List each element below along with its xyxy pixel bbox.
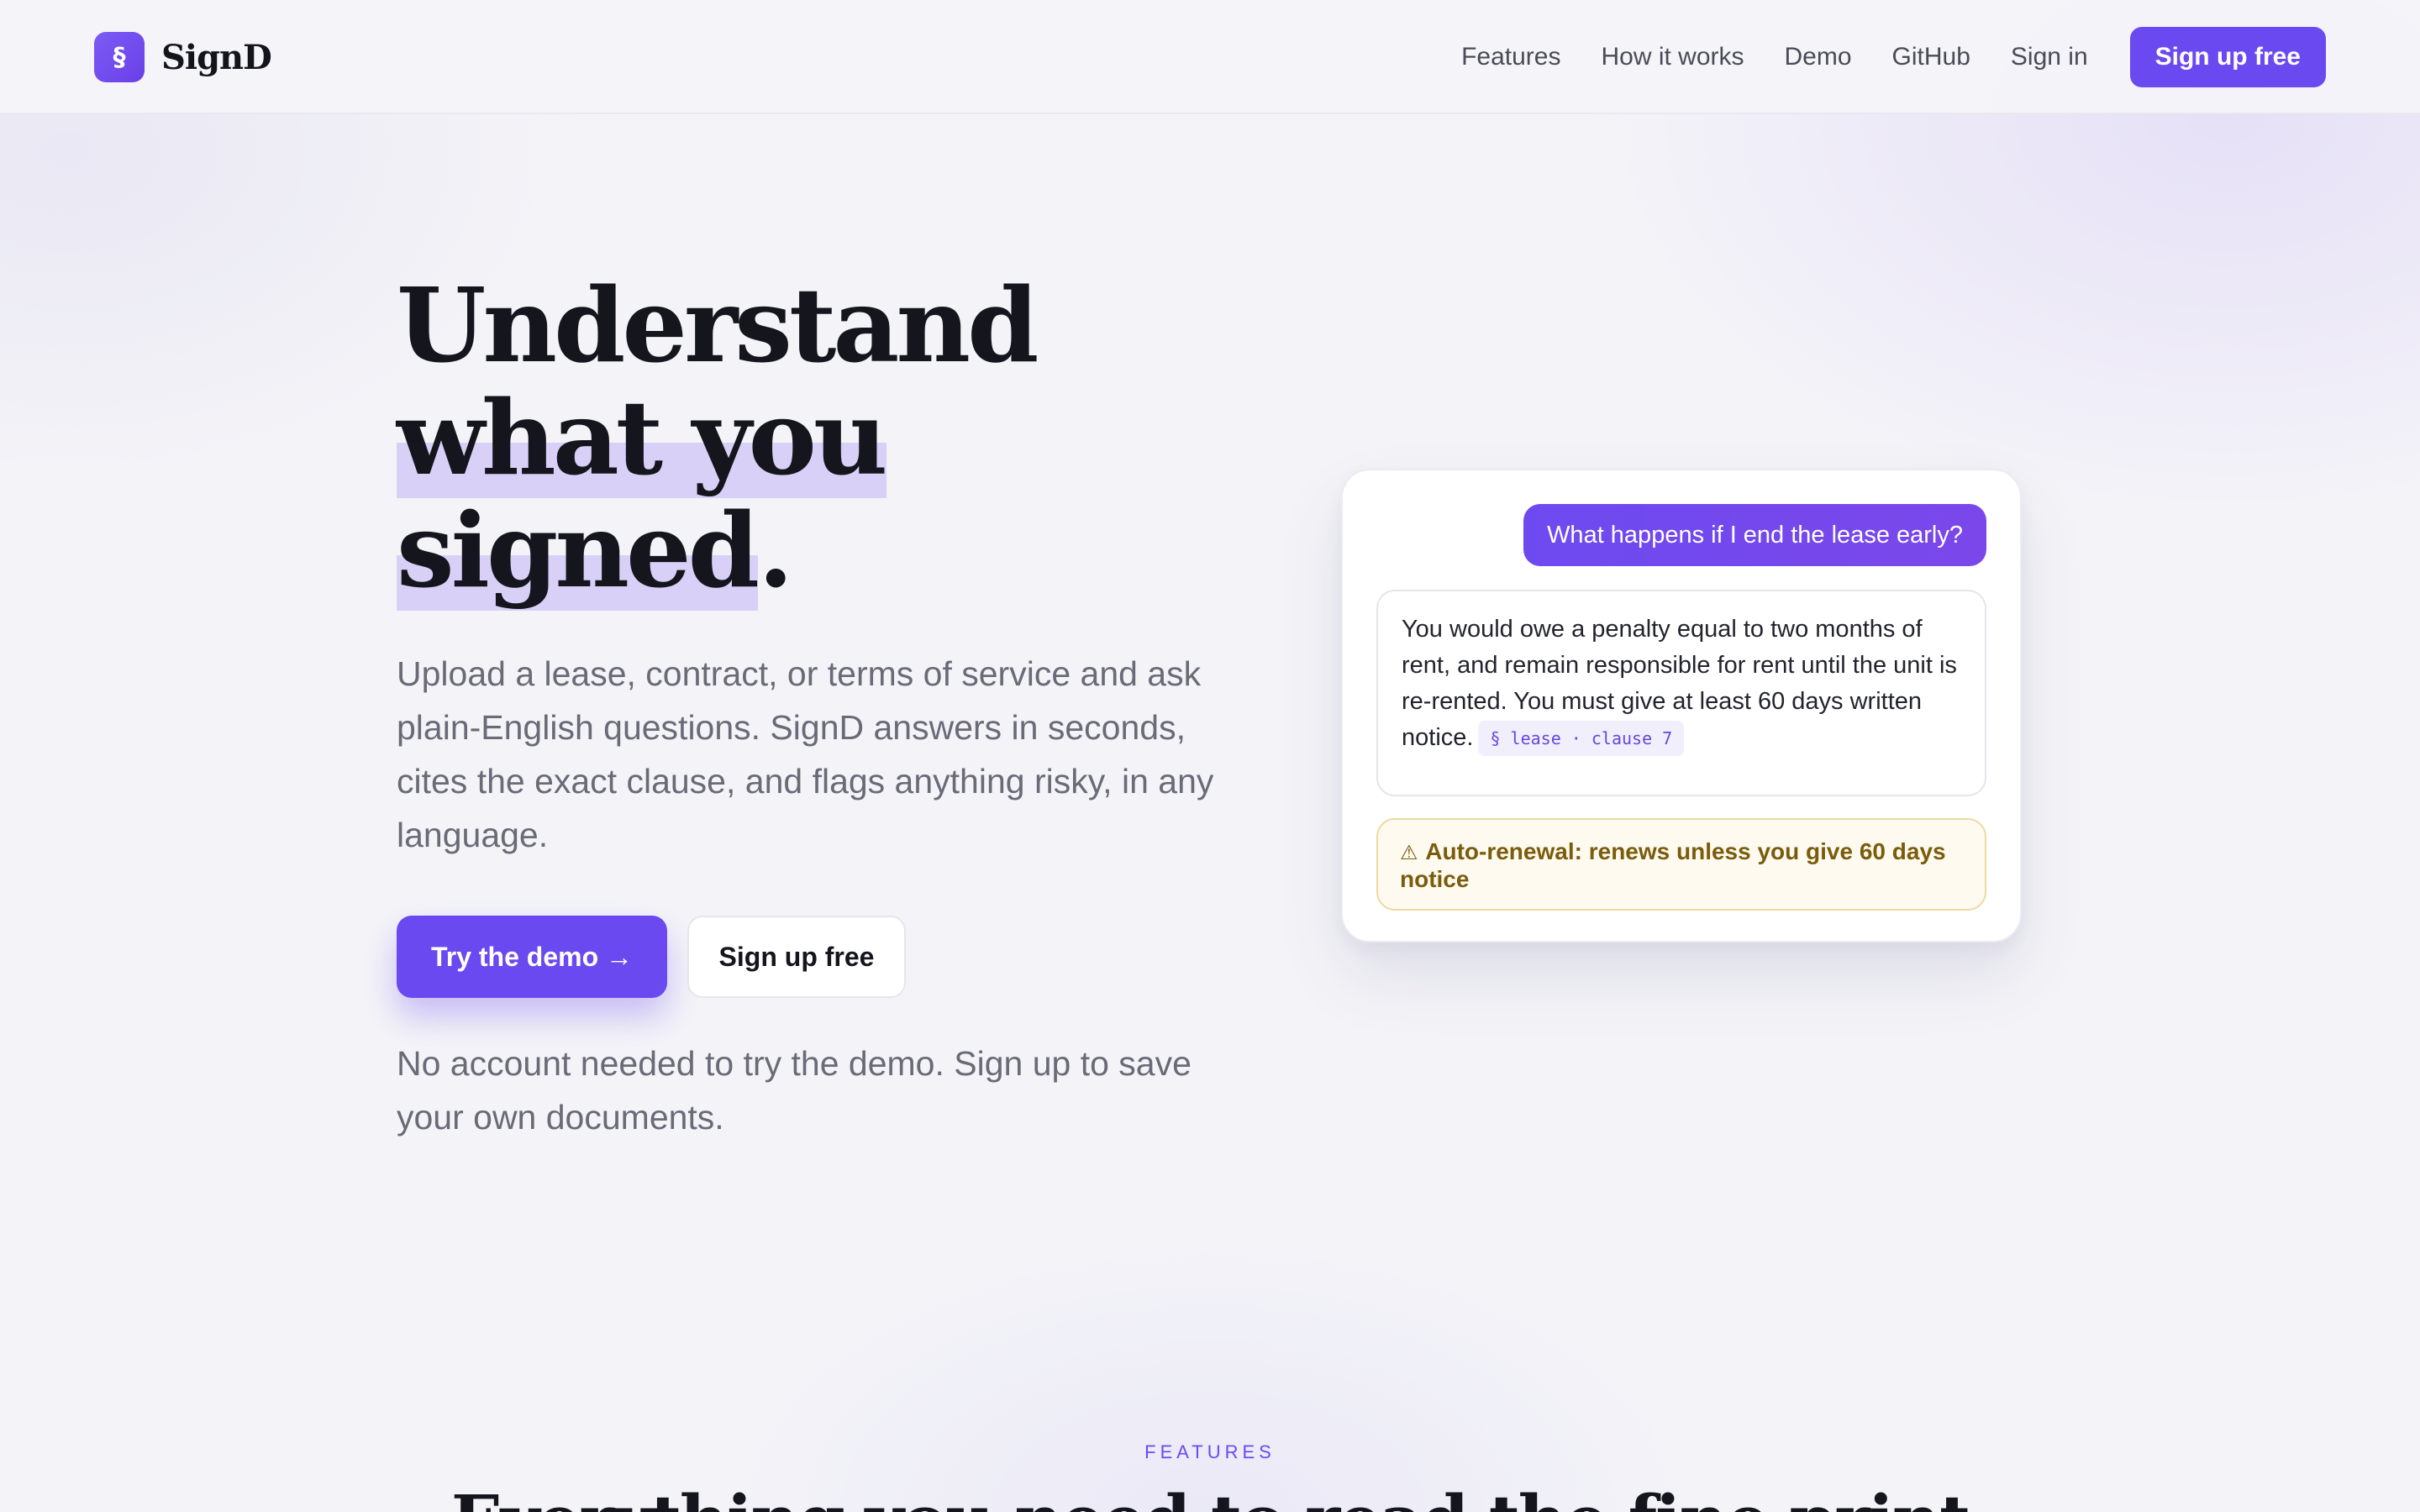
chat-preview-card: What happens if I end the lease early? Y… xyxy=(1341,469,2022,942)
section-sign-logo-icon: § xyxy=(94,32,145,82)
features-title: Everything you need to read the fine pri… xyxy=(0,1480,2420,1512)
warning-icon: ⚠ xyxy=(1400,841,1418,864)
nav-sign-up-button[interactable]: Sign up free xyxy=(2129,27,2326,87)
nav-link-features[interactable]: Features xyxy=(1461,43,1560,71)
hero-note: No account needed to try the demo. Sign … xyxy=(397,1044,1192,1137)
risk-warning: ⚠ Auto-renewal: renews unless you give 6… xyxy=(1376,818,1986,911)
top-nav: § SignD Features How it works Demo GitHu… xyxy=(0,0,2420,114)
nav-link-github[interactable]: GitHub xyxy=(1892,43,1970,71)
hero-title-line-2: what you xyxy=(397,377,888,498)
hero-title: Understand what you signed. xyxy=(397,265,1153,611)
assistant-answer: You would owe a penalty equal to two mon… xyxy=(1376,590,1986,796)
brand-name: SignD xyxy=(161,37,272,77)
clause-citation-chip[interactable]: § lease · clause 7 xyxy=(1478,721,1685,757)
hero-title-line-3-wrap: signed. xyxy=(397,490,1153,611)
hero-title-line-2-wrap: what you xyxy=(397,377,1153,498)
nav-link-how-it-works[interactable]: How it works xyxy=(1601,43,1744,71)
user-question-bubble: What happens if I end the lease early? xyxy=(1523,504,1986,566)
hero-title-highlight: signed xyxy=(397,490,760,611)
hero-title-period: . xyxy=(757,490,794,611)
hero-sign-up-button[interactable]: Sign up free xyxy=(687,916,906,998)
nav-links: Features How it works Demo GitHub Sign i… xyxy=(1461,27,2326,87)
try-demo-button[interactable]: Try the demo → xyxy=(397,916,667,998)
features-eyebrow: FEATURES xyxy=(1144,1441,1276,1462)
nav-link-sign-in[interactable]: Sign in xyxy=(2011,43,2088,71)
hero-subtitle: Upload a lease, contract, or terms of se… xyxy=(397,654,1214,854)
brand-logo-link[interactable]: § SignD xyxy=(94,32,272,82)
risk-warning-text: Auto-renewal: renews unless you give 60 … xyxy=(1400,838,1946,892)
hero-title-line-1: Understand xyxy=(397,265,1039,386)
nav-link-demo[interactable]: Demo xyxy=(1785,43,1852,71)
